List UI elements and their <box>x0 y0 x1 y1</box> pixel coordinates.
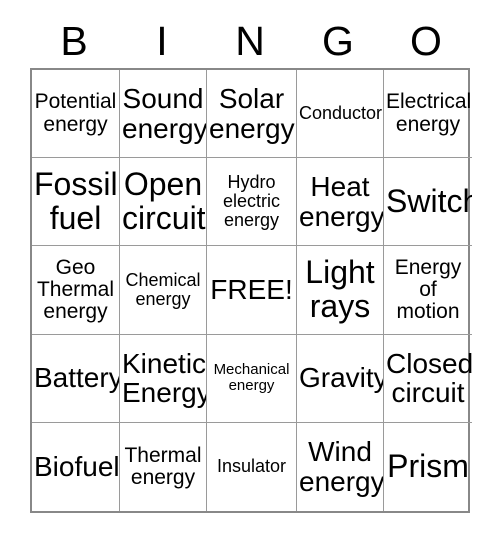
bingo-square-label: Light rays <box>305 254 375 324</box>
bingo-square-label: Fossil fuel <box>34 165 118 236</box>
bingo-square[interactable]: Thermal energy <box>120 422 207 511</box>
bingo-square-label: Solar energy <box>209 82 295 144</box>
bingo-grid: Potential energy Sound energy Solar energy… <box>30 68 472 513</box>
bingo-square-label: Geo Thermal energy <box>36 255 115 324</box>
bingo-square-label: Closed circuit <box>386 347 472 409</box>
bingo-square-label: Chemical energy <box>125 269 201 309</box>
bingo-square-label: Battery <box>34 362 120 394</box>
bingo-square[interactable]: Switch <box>384 158 472 247</box>
bingo-card: B I N G O Potential energy Sound energy So… <box>0 0 500 544</box>
bingo-square-label: Switch <box>386 182 472 219</box>
bingo-square-label: Conductor <box>299 103 383 124</box>
bingo-square[interactable]: Solar energy <box>207 70 297 159</box>
bingo-square[interactable]: Kinetic Energy <box>120 334 207 423</box>
bingo-header-row: B I N G O <box>30 14 470 68</box>
bingo-square[interactable]: Biofuel <box>32 422 120 511</box>
bingo-square-label: FREE! <box>210 274 293 306</box>
bingo-square[interactable]: Heat energy <box>297 158 384 247</box>
bingo-square[interactable]: Potential energy <box>32 70 120 159</box>
bingo-square[interactable]: Energy of motion <box>384 246 472 335</box>
bingo-square[interactable]: Fossil fuel <box>32 158 120 247</box>
bingo-square-label: Potential energy <box>34 90 117 136</box>
bingo-header-letter-o: O <box>410 17 442 64</box>
bingo-square-label: Mechanical energy <box>213 361 290 395</box>
bingo-square-label: Prism <box>387 447 469 484</box>
bingo-square[interactable]: FREE! <box>207 246 297 335</box>
bingo-square[interactable]: Chemical energy <box>120 246 207 335</box>
bingo-square-label: Heat energy <box>299 171 384 232</box>
bingo-square[interactable]: Closed circuit <box>384 335 472 423</box>
bingo-header-letter-g: G <box>322 17 354 64</box>
bingo-square-label: Wind energy <box>299 436 384 497</box>
bingo-square[interactable]: Wind energy <box>297 422 384 511</box>
bingo-square-label: Hydro electric energy <box>222 172 280 231</box>
bingo-square[interactable]: Gravity <box>297 334 384 423</box>
bingo-square-label: Kinetic Energy <box>122 347 207 409</box>
bingo-square[interactable]: Open circuit <box>120 158 207 247</box>
bingo-square-label: Gravity <box>299 362 384 394</box>
bingo-header-letter-b: B <box>60 17 88 64</box>
bingo-square[interactable]: Geo Thermal energy <box>32 246 120 335</box>
bingo-square[interactable]: Electrical energy <box>384 70 472 159</box>
bingo-square[interactable]: Battery <box>32 334 120 423</box>
bingo-square-label: Biofuel <box>34 451 120 483</box>
bingo-square-label: Sound energy <box>122 82 207 144</box>
bingo-square-label: Energy of motion <box>394 255 462 324</box>
bingo-square[interactable]: Hydro electric energy <box>207 158 297 247</box>
bingo-square[interactable]: Sound energy <box>120 70 207 159</box>
bingo-square-label: Electrical energy <box>386 90 472 136</box>
bingo-square-label: Insulator <box>216 456 287 477</box>
bingo-square-label: Thermal energy <box>124 443 202 489</box>
bingo-square-label: Open circuit <box>122 165 206 236</box>
bingo-square[interactable]: Prism <box>384 423 472 511</box>
bingo-header-letter-n: N <box>235 17 265 64</box>
bingo-square[interactable]: Insulator <box>207 422 297 511</box>
bingo-square[interactable]: Mechanical energy <box>207 334 297 423</box>
bingo-header-letter-i: I <box>156 17 168 64</box>
bingo-square[interactable]: Light rays <box>297 246 384 335</box>
bingo-square[interactable]: Conductor <box>297 70 384 159</box>
